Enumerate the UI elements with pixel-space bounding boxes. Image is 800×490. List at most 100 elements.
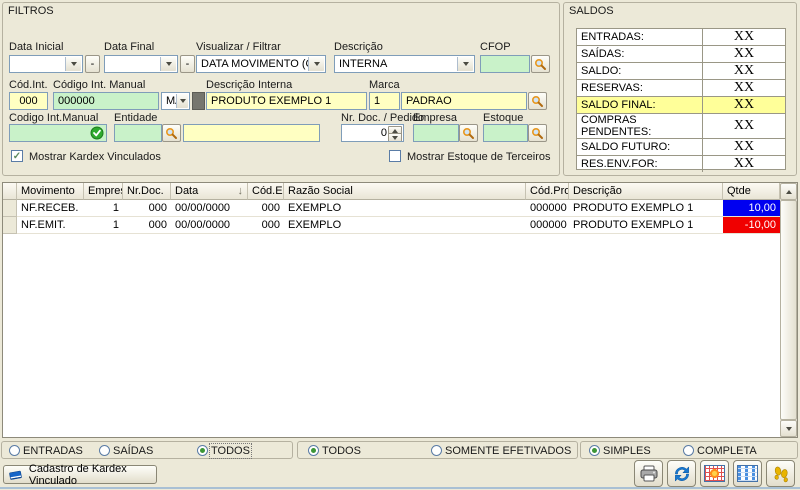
columns-grid-button[interactable]	[733, 460, 762, 487]
radio-saidas[interactable]	[99, 445, 110, 456]
saldo-row: SAÍDAS:XX	[577, 46, 785, 63]
radio-todos-efetivacao[interactable]	[308, 445, 319, 456]
scroll-down-icon[interactable]	[780, 420, 797, 437]
radio-somente-efetivados-label[interactable]: SOMENTE EFETIVADOS	[445, 445, 571, 457]
grid-cell[interactable]: 1	[84, 217, 123, 234]
nr-doc-pedido-field[interactable]: 0	[341, 124, 404, 142]
chevron-down-icon[interactable]	[308, 57, 324, 71]
estoque-field[interactable]	[483, 124, 528, 142]
radio-todos-label[interactable]: TODOS	[211, 445, 250, 457]
radio-simples-label[interactable]: SIMPLES	[603, 445, 651, 457]
saldo-label: SALDO:	[577, 63, 703, 79]
grid-cell[interactable]: 00/00/0000	[171, 200, 248, 217]
radio-todos[interactable]	[197, 445, 208, 456]
search-icon	[462, 127, 475, 140]
grid-cell[interactable]: 000	[123, 200, 171, 217]
scroll-up-icon[interactable]	[780, 183, 797, 200]
grid-row-selector[interactable]	[3, 217, 17, 234]
empresa-field[interactable]	[413, 124, 459, 142]
cod-int-field[interactable]: 000	[9, 92, 48, 110]
grid-cell[interactable]: 000	[123, 217, 171, 234]
descricao-interna-field[interactable]: PRODUTO EXEMPLO 1	[206, 92, 367, 110]
print-button[interactable]	[634, 460, 663, 487]
grid-cell[interactable]: 1	[84, 200, 123, 217]
grid-cell[interactable]: 000	[248, 217, 284, 234]
entidade-field[interactable]	[114, 124, 162, 142]
chevron-down-icon[interactable]	[457, 57, 473, 71]
grid-header-cell-data[interactable]: Data↓	[171, 183, 248, 200]
saldo-row: RES.ENV.FOR:XX	[577, 156, 785, 172]
spinner-down-icon[interactable]	[388, 133, 402, 142]
grid-cell[interactable]: 000000	[526, 217, 569, 234]
refresh-button[interactable]	[667, 460, 696, 487]
grid-header-cell-empresa[interactable]: Empresa	[84, 183, 123, 200]
cadastro-kardex-vinculado-button[interactable]: Cadastro de Kardex Vinculado	[3, 465, 157, 484]
mostrar-estoque-terceiros-checkbox[interactable]	[389, 150, 401, 162]
empresa-search-button[interactable]	[459, 124, 478, 142]
check-circle-icon[interactable]	[90, 126, 104, 140]
grid-cell-qtde[interactable]: -10,00	[723, 217, 780, 234]
data-inicial-combo[interactable]	[9, 55, 83, 73]
saldo-label: RES.ENV.FOR:	[577, 156, 703, 172]
radio-simples[interactable]	[589, 445, 600, 456]
codigo-int-manual2-field[interactable]	[9, 124, 107, 142]
grid-cell[interactable]: 00/00/0000	[171, 217, 248, 234]
grid-header-label: Movimento	[21, 185, 75, 197]
scrollbar-thumb[interactable]	[780, 200, 797, 420]
visualizar-filtrar-combo[interactable]: DATA MOVIMENTO (O...	[196, 55, 326, 73]
vertical-scrollbar[interactable]	[780, 183, 797, 437]
grid-cell[interactable]: 000000	[526, 200, 569, 217]
grid-cell-qtde[interactable]: 10,00	[723, 200, 780, 217]
grid-header-label: Qtde	[727, 185, 751, 197]
chevron-down-icon[interactable]	[65, 57, 81, 71]
chevron-down-icon[interactable]	[160, 57, 176, 71]
grid-header-cell-c-d-produto[interactable]: Cód.Produto	[526, 183, 569, 200]
entidade-search-button[interactable]	[162, 124, 181, 142]
cfop-search-button[interactable]	[531, 55, 550, 73]
marca-label: Marca	[369, 79, 400, 91]
grid-header-cell-qtde[interactable]: Qtde	[723, 183, 780, 200]
grid-header-cell-movimento[interactable]: Movimento	[17, 183, 84, 200]
saldo-row: RESERVAS:XX	[577, 80, 785, 97]
grid-cell[interactable]: NF.EMIT.	[17, 217, 84, 234]
report-grid-button[interactable]	[700, 460, 729, 487]
radio-saidas-label[interactable]: SAÍDAS	[113, 445, 153, 457]
marca-search-button[interactable]	[528, 92, 547, 110]
codigo-int-manual-field[interactable]: 000000	[53, 92, 159, 110]
grid-cell[interactable]: 000	[248, 200, 284, 217]
grid-cell[interactable]: PRODUTO EXEMPLO 1	[569, 217, 723, 234]
tipo-combo[interactable]: MA	[161, 92, 190, 110]
radio-completa-label[interactable]: COMPLETA	[697, 445, 757, 457]
radio-completa[interactable]	[683, 445, 694, 456]
radio-todos-efetivacao-label[interactable]: TODOS	[322, 445, 361, 457]
grid-row-selector[interactable]	[3, 200, 17, 217]
saldo-label: SALDO FINAL:	[577, 97, 703, 113]
grid-header-cell-descri-o[interactable]: Descrição	[569, 183, 723, 200]
data-final-combo[interactable]	[104, 55, 178, 73]
radio-somente-efetivados[interactable]	[431, 445, 442, 456]
grid-cell[interactable]: EXEMPLO	[284, 200, 526, 217]
marca-field[interactable]: 1	[369, 92, 400, 110]
radio-entradas-label[interactable]: ENTRADAS	[23, 445, 83, 457]
grid-cell[interactable]: PRODUTO EXEMPLO 1	[569, 200, 723, 217]
visualizar-filtrar-label: Visualizar / Filtrar	[196, 41, 281, 53]
grid-header-cell-c-d-ent-[interactable]: Cód.Ent.	[248, 183, 284, 200]
saldos-table: ENTRADAS:XX SAÍDAS:XX SALDO:XX RESERVAS:…	[576, 28, 786, 170]
exit-button[interactable]	[766, 460, 795, 487]
search-icon	[534, 58, 547, 71]
grid-cell[interactable]: EXEMPLO	[284, 217, 526, 234]
grid-cell[interactable]: NF.RECEB.	[17, 200, 84, 217]
chevron-down-icon[interactable]	[176, 94, 188, 108]
descricao-combo[interactable]: INTERNA	[334, 55, 475, 73]
search-icon	[531, 95, 544, 108]
estoque-search-button[interactable]	[528, 124, 547, 142]
entidade-nome-field[interactable]	[183, 124, 320, 142]
clear-data-inicial-button[interactable]: -	[85, 55, 100, 73]
grid-header-cell-raz-o-social[interactable]: Razão Social	[284, 183, 526, 200]
marca-descricao-field[interactable]: PADRAO	[401, 92, 527, 110]
grid-header-cell-nr-doc-[interactable]: Nr.Doc.	[123, 183, 171, 200]
radio-entradas[interactable]	[9, 445, 20, 456]
mostrar-kardex-checkbox[interactable]: ✓	[11, 150, 23, 162]
cfop-field[interactable]	[480, 55, 530, 73]
clear-data-final-button[interactable]: -	[180, 55, 195, 73]
